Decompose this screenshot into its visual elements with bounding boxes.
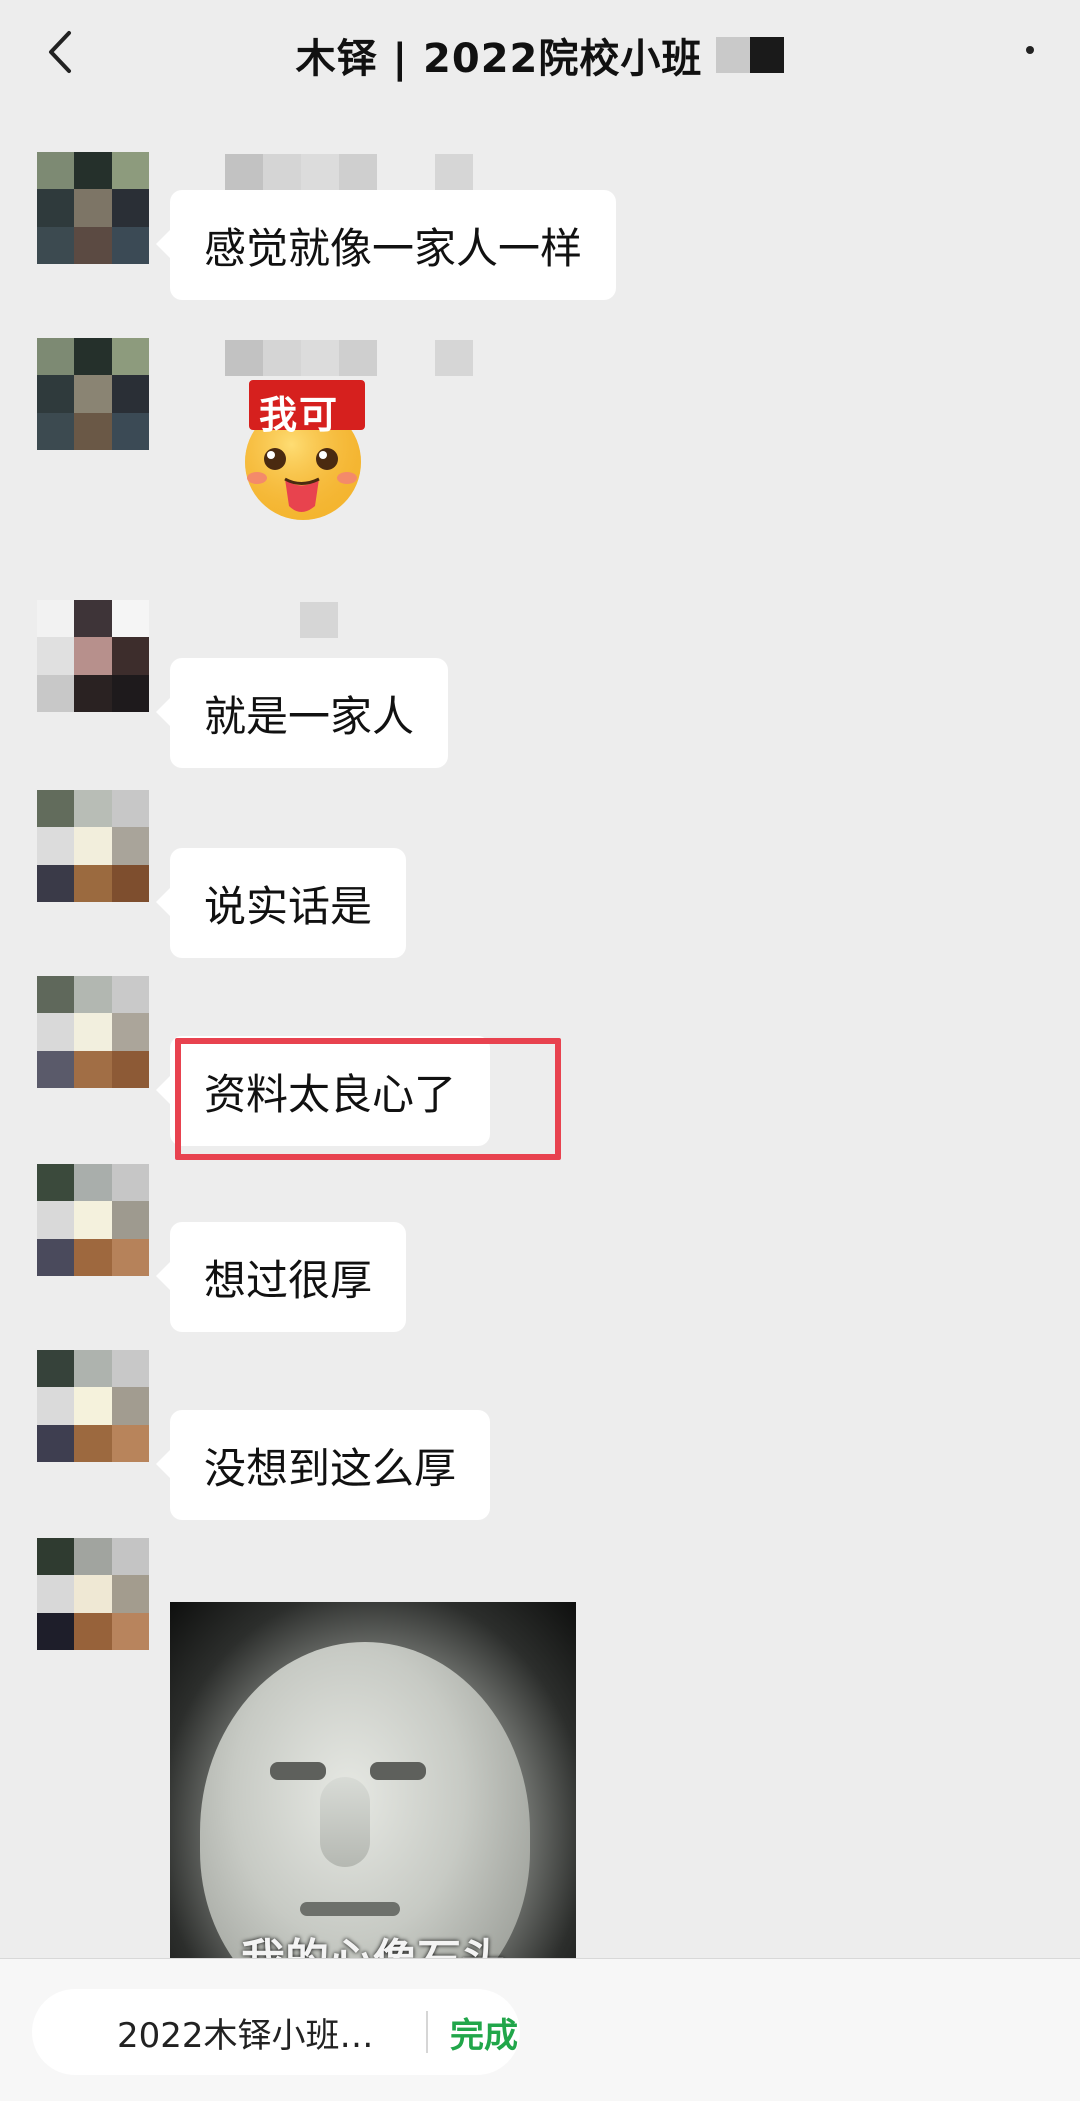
chat-title-wrap: 木铎 | 2022院校小班 <box>0 26 1080 84</box>
meme-eye <box>370 1762 426 1780</box>
dot-menu-icon <box>1026 46 1034 54</box>
message-row: 我的心像石头 <box>0 1538 1080 1982</box>
bottom-bar: 2022木铎小班… 完成 <box>0 1958 1080 2101</box>
avatar[interactable] <box>37 1350 149 1462</box>
message-row: 说实话是 <box>0 790 1080 960</box>
more-button[interactable] <box>1010 30 1050 70</box>
avatar[interactable] <box>37 790 149 902</box>
floating-window-pill[interactable]: 2022木铎小班… 完成 <box>32 1989 520 2075</box>
redacted-nickname <box>225 154 473 190</box>
message-bubble[interactable]: 感觉就像一家人一样 <box>155 190 617 300</box>
message-row: 我可 <box>0 338 1080 538</box>
redacted-nickname <box>300 602 338 638</box>
message-bubble[interactable]: 说实话是 <box>155 848 407 958</box>
done-button[interactable]: 完成 <box>450 2008 518 2057</box>
chat-title: 木铎 | 2022院校小班 <box>295 36 703 82</box>
message-bubble[interactable]: 没想到这么厚 <box>155 1410 491 1520</box>
chat-header: 木铎 | 2022院校小班 <box>0 0 1080 110</box>
chat-screen: 木铎 | 2022院校小班 感觉就像一家人一样 我可 就是一家人 说实话是 资料… <box>0 0 1080 2101</box>
redacted-member-count <box>716 37 785 73</box>
meme-nose <box>320 1777 370 1867</box>
meme-eye <box>270 1762 326 1780</box>
message-row: 想过很厚 <box>0 1164 1080 1334</box>
message-row: 资料太良心了 <box>0 976 1080 1160</box>
sticker-text: 我可 <box>259 393 340 437</box>
message-row: 没想到这么厚 <box>0 1350 1080 1520</box>
avatar[interactable] <box>37 1538 149 1650</box>
avatar[interactable] <box>37 600 149 712</box>
redacted-nickname <box>225 340 473 376</box>
pill-label[interactable]: 2022木铎小班… <box>117 2008 417 2057</box>
meme-mouth <box>300 1902 400 1916</box>
highlight-box <box>175 1038 561 1160</box>
avatar[interactable] <box>37 976 149 1088</box>
avatar[interactable] <box>37 338 149 450</box>
avatar[interactable] <box>37 1164 149 1276</box>
image-message[interactable]: 我的心像石头 <box>170 1602 576 1982</box>
message-bubble[interactable]: 就是一家人 <box>155 658 449 768</box>
message-row: 就是一家人 <box>0 600 1080 770</box>
pill-divider <box>426 2011 428 2053</box>
avatar[interactable] <box>37 152 149 264</box>
message-bubble[interactable]: 想过很厚 <box>155 1222 407 1332</box>
sticker[interactable]: 我可 <box>235 374 375 524</box>
message-row: 感觉就像一家人一样 <box>0 152 1080 302</box>
